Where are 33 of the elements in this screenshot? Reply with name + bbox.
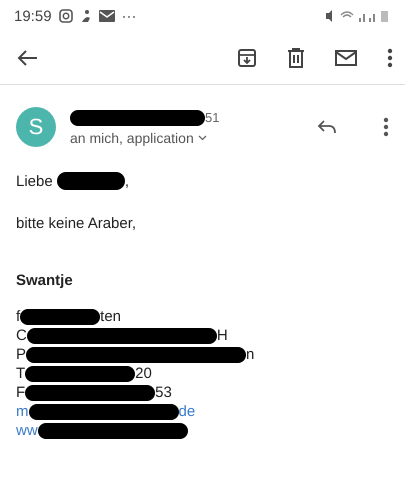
signature-text: n (246, 346, 254, 363)
signature-text: C (16, 327, 27, 344)
signature-text: 53 (155, 384, 172, 401)
more-notifications: ··· (122, 8, 137, 24)
more-button[interactable] (385, 46, 395, 70)
signature-name: Swantje (16, 272, 73, 289)
signal-status-icons (325, 9, 391, 23)
signature-link[interactable]: ww (16, 422, 38, 439)
message-text: bitte keine Araber, (16, 215, 136, 232)
figure-icon (80, 9, 92, 23)
signature-text: 20 (135, 365, 152, 382)
signature-text: ten (100, 308, 122, 325)
signature-link[interactable]: m (16, 403, 28, 420)
signature-text: T (16, 365, 26, 382)
mail-button[interactable] (333, 48, 359, 68)
sender-name: 51 (205, 110, 220, 125)
message-more-button[interactable] (381, 115, 391, 139)
greeting-comma: , (124, 172, 130, 190)
signature-text: f (16, 308, 20, 325)
instagram-icon (58, 9, 73, 23)
delete-button[interactable] (285, 46, 307, 70)
greeting: Liebe (16, 172, 53, 190)
signature-text: H (216, 327, 228, 344)
archive-button[interactable] (235, 46, 259, 70)
signature-link[interactable]: de (178, 403, 196, 420)
signature-text: P (16, 346, 26, 363)
caret-icon (198, 134, 207, 140)
clock: 19:59 (14, 8, 52, 24)
recipients-toggle[interactable]: an mich, application (70, 130, 301, 146)
mail-icon (98, 10, 115, 22)
sender-avatar: S (16, 107, 56, 147)
redaction-mark (56, 171, 125, 191)
signature-text: F (16, 384, 26, 401)
